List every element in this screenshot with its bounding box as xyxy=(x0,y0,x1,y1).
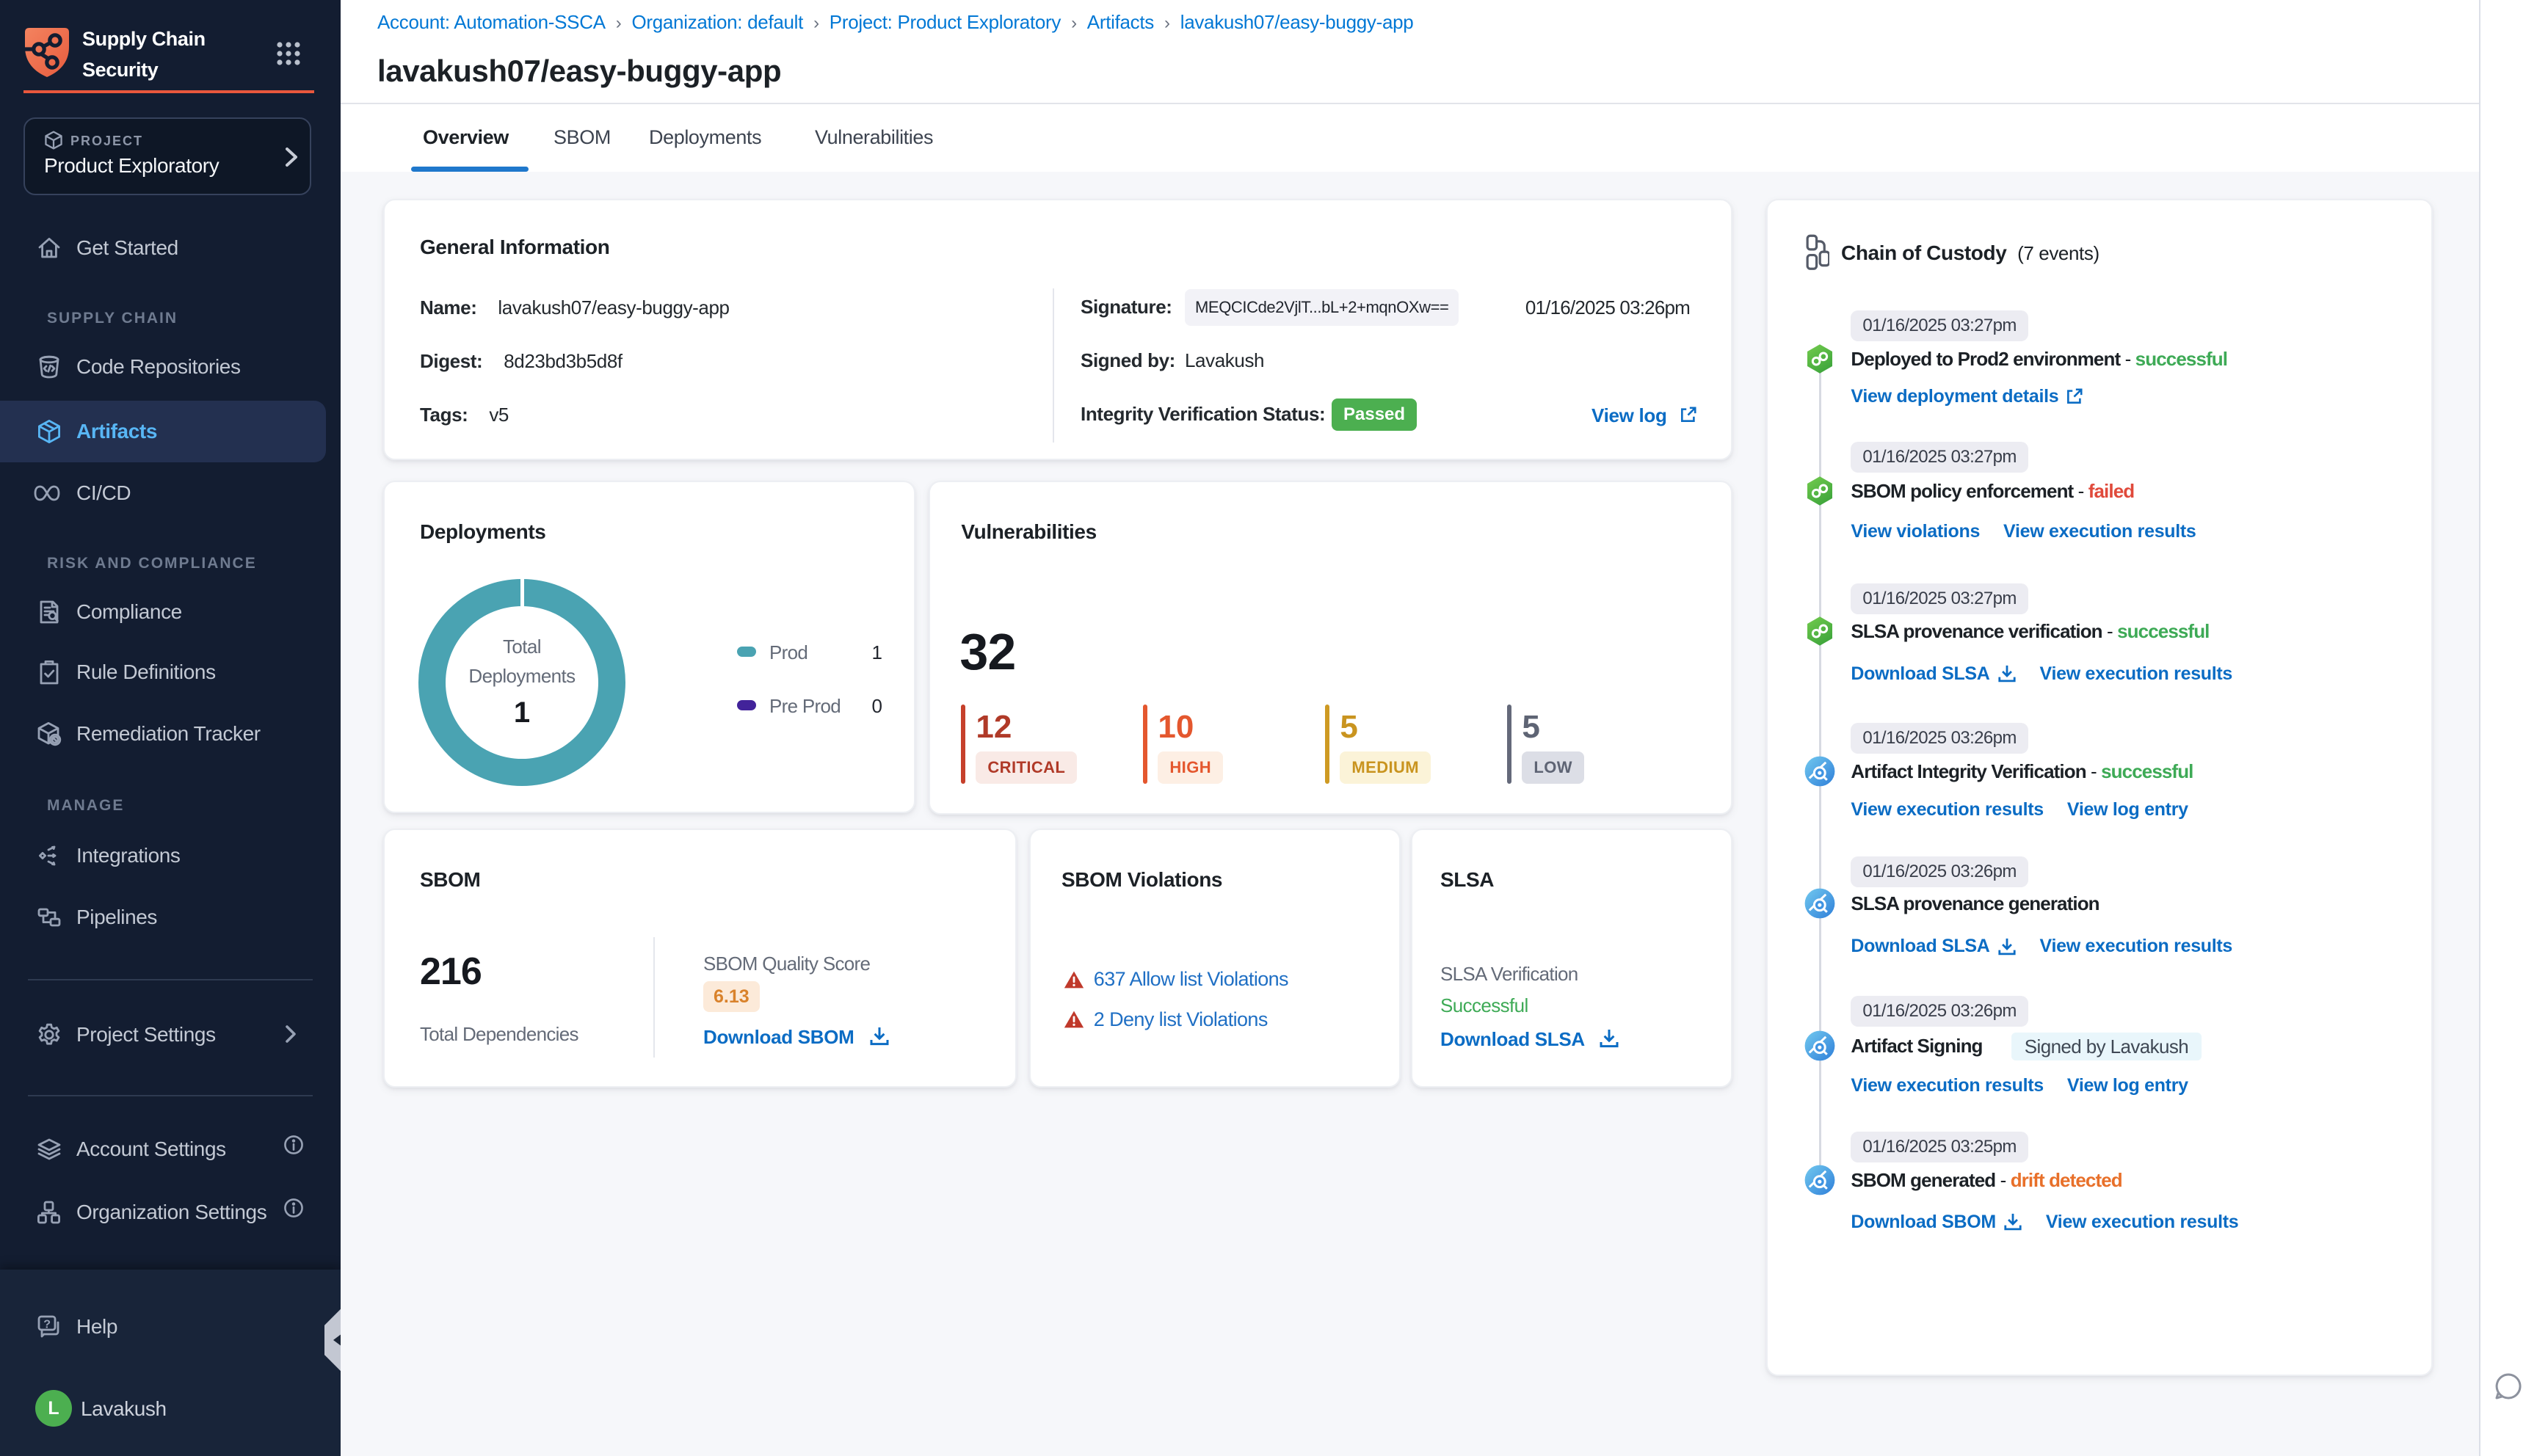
svg-text:?: ? xyxy=(43,1318,51,1331)
